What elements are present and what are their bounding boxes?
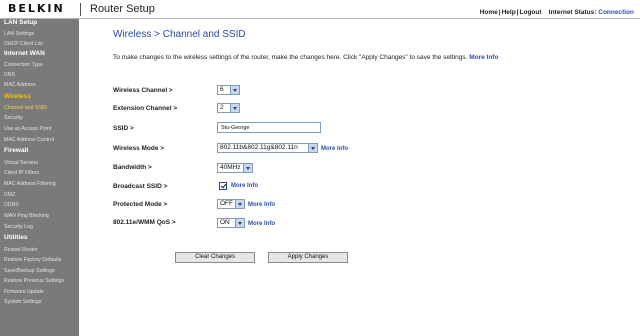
header-divider <box>80 3 81 16</box>
extension-channel-select[interactable]: 2 <box>217 103 240 113</box>
extension-channel-value: 2 <box>220 104 224 111</box>
protected-mode-select[interactable]: OFF <box>217 199 245 209</box>
top-links: Home|Help|Logout Internet Status: Connec… <box>480 9 634 16</box>
sidebar-item-security-log[interactable]: Security Log <box>4 224 79 230</box>
clear-changes-button[interactable]: Clear Changes <box>175 252 255 263</box>
page-title: Wireless > Channel and SSID <box>113 29 246 40</box>
sidebar-item-firmware-update[interactable]: Firmware Update <box>4 289 79 295</box>
chevron-down-icon <box>235 200 244 208</box>
home-link[interactable]: Home <box>480 9 498 16</box>
wireless-channel-value: 6 <box>220 86 224 93</box>
sidebar-item-use-as-access-point[interactable]: Use as Access Point <box>4 126 79 132</box>
wmm-qos-label: 802.11e/WMM QoS > <box>113 219 176 226</box>
broadcast-ssid-label: Broadcast SSID > <box>113 183 168 190</box>
sidebar-item-ddns[interactable]: DDNS <box>4 202 79 208</box>
wireless-mode-select[interactable]: 802.11b&802.11g&802.11n <box>217 143 318 153</box>
main-content: Wireless > Channel and SSID To make chan… <box>79 19 640 336</box>
apply-changes-button[interactable]: Apply Changes <box>268 252 348 263</box>
sidebar-item-restore-factory-defaults[interactable]: Restore Factory Defaults <box>4 257 79 263</box>
wireless-mode-more-info-link[interactable]: More Info <box>321 146 348 152</box>
bandwidth-value: 40MHz <box>220 164 241 171</box>
protected-mode-more-info-link[interactable]: More Info <box>248 202 275 208</box>
sidebar-heading-wireless[interactable]: Wireless <box>4 93 79 100</box>
intro-text: To make changes to the wireless settings… <box>113 53 573 62</box>
wmm-qos-select[interactable]: ON <box>217 218 245 228</box>
router-setup-page: BELKIN Router Setup Home|Help|Logout Int… <box>0 0 640 336</box>
link-separator: | <box>498 9 501 16</box>
intro-more-info-link[interactable]: More Info <box>469 54 498 61</box>
sidebar-item-dhcp-client-list[interactable]: DHCP Client List <box>4 41 79 47</box>
sidebar-item-channel-and-ssid[interactable]: Channel and SSID <box>4 105 79 111</box>
extension-channel-label: Extension Channel > <box>113 105 178 112</box>
sidebar-item-restore-previous-settings[interactable]: Restore Previous Settings <box>4 278 79 284</box>
protected-mode-label: Protected Mode > <box>113 201 168 208</box>
sidebar-item-lan-settings[interactable]: LAN Settings <box>4 31 79 37</box>
wireless-mode-label: Wireless Mode > <box>113 145 165 152</box>
internet-status-value: Connection <box>598 9 634 16</box>
bandwidth-label: Bandwidth > <box>113 164 152 171</box>
sidebar-item-dmz[interactable]: DMZ <box>4 192 79 198</box>
logout-link[interactable]: Logout <box>520 9 542 16</box>
wmm-qos-value: ON <box>220 219 230 226</box>
sidebar-item-virtual-servers[interactable]: Virtual Servers <box>4 160 79 166</box>
sidebar-heading-firewall[interactable]: Firewall <box>4 147 79 154</box>
protected-mode-value: OFF <box>220 200 233 207</box>
ssid-label: SSID > <box>113 125 134 132</box>
wmm-qos-more-info-link[interactable]: More Info <box>248 221 275 227</box>
chevron-down-icon <box>308 144 317 152</box>
sidebar-item-mac-address-filtering[interactable]: MAC Address Filtering <box>4 181 79 187</box>
sidebar-item-mac-address-control[interactable]: MAC Address Control <box>4 137 79 143</box>
intro-body: To make changes to the wireless settings… <box>113 54 468 61</box>
chevron-down-icon <box>230 104 239 112</box>
chevron-down-icon <box>235 219 244 227</box>
bandwidth-select[interactable]: 40MHz <box>217 163 253 173</box>
wireless-channel-select[interactable]: 6 <box>217 85 240 95</box>
sidebar-item-save-backup-settings[interactable]: Save/Backup Settings <box>4 268 79 274</box>
ssid-input[interactable] <box>217 122 321 133</box>
sidebar-item-client-ip-filters[interactable]: Client IP Filters <box>4 170 79 176</box>
chevron-down-icon <box>230 86 239 94</box>
sidebar-nav: LAN Setup LAN Settings DHCP Client List … <box>0 19 79 336</box>
app-title: Router Setup <box>90 3 155 15</box>
sidebar-item-system-settings[interactable]: System Settings <box>4 299 79 305</box>
sidebar-item-wan-ping-blocking[interactable]: WAN Ping Blocking <box>4 213 79 219</box>
broadcast-ssid-more-info-link[interactable]: More Info <box>231 183 258 189</box>
sidebar-item-restart-router[interactable]: Restart Router <box>4 247 79 253</box>
broadcast-ssid-checkbox[interactable] <box>219 182 227 190</box>
link-separator: | <box>516 9 519 16</box>
internet-status-label: Internet Status: <box>548 9 597 16</box>
sidebar-item-connection-type[interactable]: Connection Type <box>4 62 79 68</box>
sidebar-heading-lan-setup[interactable]: LAN Setup <box>4 19 79 26</box>
chevron-down-icon <box>243 164 252 172</box>
sidebar-item-security[interactable]: Security <box>4 115 79 121</box>
wireless-mode-value: 802.11b&802.11g&802.11n <box>220 144 298 151</box>
sidebar-item-dns[interactable]: DNS <box>4 72 79 78</box>
top-header: BELKIN Router Setup Home|Help|Logout Int… <box>0 0 640 19</box>
sidebar-heading-internet-wan[interactable]: Internet WAN <box>4 50 79 57</box>
sidebar-heading-utilities[interactable]: Utilities <box>4 234 79 241</box>
help-link[interactable]: Help <box>502 9 516 16</box>
belkin-logo: BELKIN <box>8 2 65 15</box>
sidebar-item-mac-address[interactable]: MAC Address <box>4 82 79 88</box>
wireless-channel-label: Wireless Channel > <box>113 87 173 94</box>
